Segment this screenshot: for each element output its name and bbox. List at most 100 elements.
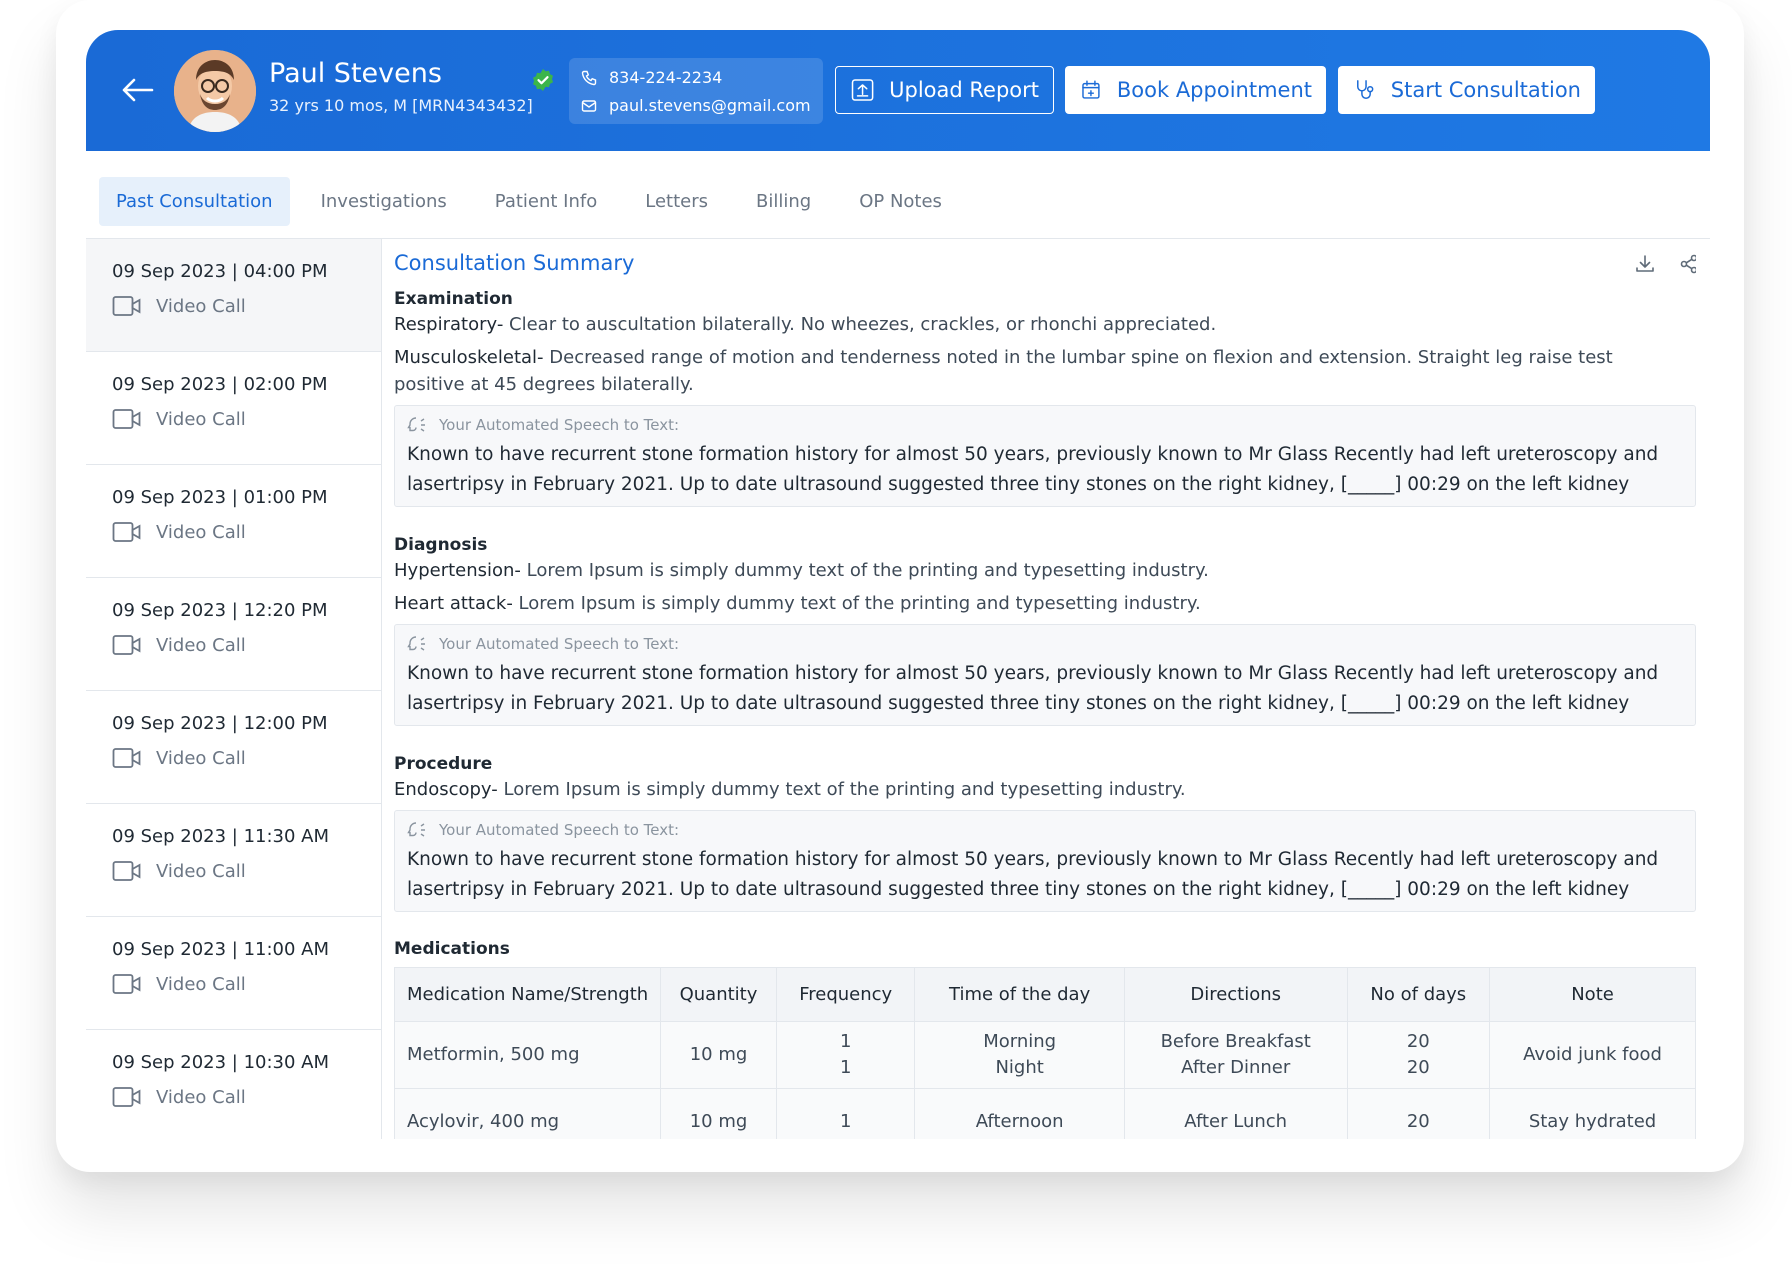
column-header: Quantity — [659, 967, 778, 1022]
calendar-icon — [1082, 80, 1100, 99]
visit-type: Video Call — [112, 1086, 246, 1108]
visit-item[interactable]: 09 Sep 2023 | 11:30 AM Video Call — [86, 804, 381, 917]
visit-type: Video Call — [112, 408, 246, 430]
visit-type-label: Video Call — [156, 860, 246, 882]
table-header-row: Medication Name/Strength Quantity Freque… — [394, 967, 1696, 1022]
visit-date: 09 Sep 2023 | 10:30 AM — [112, 1052, 330, 1073]
column-header: Time of the day — [914, 967, 1125, 1022]
speech-to-text-box: Your Automated Speech to Text: Known to … — [394, 810, 1696, 912]
back-arrow-icon[interactable] — [120, 72, 156, 108]
table-cell: Avoid junk food — [1489, 1021, 1696, 1089]
examination-title: Examination — [394, 289, 513, 309]
speech-label-text: Your Automated Speech to Text: — [439, 821, 680, 839]
start-consultation-button[interactable]: Start Consultation — [1338, 66, 1595, 114]
speech-label: Your Automated Speech to Text: — [407, 416, 679, 434]
visit-item[interactable]: 09 Sep 2023 | 11:00 AM Video Call — [86, 917, 381, 1030]
visit-type-label: Video Call — [156, 747, 246, 769]
speech-text: Known to have recurrent stone formation … — [407, 849, 1659, 900]
table-cell: 20 — [1346, 1088, 1491, 1139]
visit-item[interactable]: 09 Sep 2023 | 04:00 PM Video Call — [86, 239, 381, 352]
visit-type-label: Video Call — [156, 634, 246, 656]
phone-number: 834-224-2234 — [609, 68, 723, 87]
patient-header: Paul Stevens 32 yrs 10 mos, M [MRN434343… — [86, 30, 1710, 151]
diagnosis-item: Hypertension- Lorem Ipsum is simply dumm… — [394, 557, 1684, 584]
table-cell: 20 20 — [1346, 1021, 1491, 1089]
tab-op-notes[interactable]: OP Notes — [842, 177, 959, 226]
speech-to-text-box: Your Automated Speech to Text: Known to … — [394, 624, 1696, 726]
phone-icon — [581, 70, 597, 85]
speech-to-text-box: Your Automated Speech to Text: Known to … — [394, 405, 1696, 507]
tab-bar: Past Consultation Investigations Patient… — [99, 177, 973, 226]
item-text: Clear to auscultation bilaterally. No wh… — [503, 314, 1217, 335]
visit-type-label: Video Call — [156, 1086, 246, 1108]
visit-item[interactable]: 09 Sep 2023 | 01:00 PM Video Call — [86, 465, 381, 578]
speech-icon — [407, 417, 425, 432]
procedure-title: Procedure — [394, 754, 493, 774]
speech-icon — [407, 822, 425, 837]
item-label: Endoscopy- — [394, 779, 498, 800]
medications-table: Medication Name/Strength Quantity Freque… — [394, 967, 1696, 1139]
book-appointment-label: Book Appointment — [1116, 78, 1312, 102]
phone-row[interactable]: 834-224-2234 — [581, 68, 722, 87]
tab-letters[interactable]: Letters — [628, 177, 725, 226]
visit-type-label: Video Call — [156, 521, 246, 543]
email-row[interactable]: paul.stevens@gmail.com — [581, 96, 811, 115]
book-appointment-button[interactable]: Book Appointment — [1065, 66, 1326, 114]
table-cell: Stay hydrated — [1489, 1088, 1696, 1139]
item-text: Decreased range of motion and tenderness… — [394, 347, 1613, 395]
visit-item[interactable]: 09 Sep 2023 | 10:30 AM Video Call — [86, 1030, 381, 1139]
visit-type: Video Call — [112, 747, 246, 769]
tab-billing[interactable]: Billing — [739, 177, 828, 226]
table-cell: Afternoon — [914, 1088, 1125, 1139]
download-icon[interactable] — [1634, 253, 1656, 275]
upload-report-button[interactable]: Upload Report — [835, 66, 1054, 114]
video-call-icon — [112, 1087, 141, 1107]
stethoscope-icon — [1357, 80, 1374, 99]
tab-investigations[interactable]: Investigations — [304, 177, 464, 226]
column-header: Frequency — [776, 967, 916, 1022]
video-call-icon — [112, 861, 141, 881]
video-call-icon — [112, 409, 141, 429]
mail-icon — [581, 99, 597, 112]
tab-past-consultation[interactable]: Past Consultation — [99, 177, 290, 226]
item-label: Musculoskeletal- — [394, 347, 544, 368]
visit-date: 09 Sep 2023 | 12:20 PM — [112, 600, 328, 621]
visit-item[interactable]: 09 Sep 2023 | 12:20 PM Video Call — [86, 578, 381, 691]
contact-box: 834-224-2234 paul.stevens@gmail.com — [569, 58, 823, 124]
consultation-summary: Consultation Summary Examination Respira… — [394, 239, 1696, 1139]
visit-type: Video Call — [112, 973, 246, 995]
table-cell: Before Breakfast After Dinner — [1123, 1021, 1348, 1089]
speech-text: Known to have recurrent stone formation … — [407, 444, 1659, 495]
visit-item[interactable]: 09 Sep 2023 | 02:00 PM Video Call — [86, 352, 381, 465]
examination-item: Respiratory- Clear to auscultation bilat… — [394, 311, 1684, 338]
visit-date: 09 Sep 2023 | 02:00 PM — [112, 374, 328, 395]
visit-date: 09 Sep 2023 | 01:00 PM — [112, 487, 328, 508]
video-call-icon — [112, 748, 141, 768]
visit-date: 09 Sep 2023 | 11:00 AM — [112, 939, 330, 960]
speech-icon — [407, 636, 425, 651]
speech-label: Your Automated Speech to Text: — [407, 821, 679, 839]
visit-date: 09 Sep 2023 | 12:00 PM — [112, 713, 328, 734]
email-address: paul.stevens@gmail.com — [609, 96, 811, 115]
table-cell: 10 mg — [659, 1021, 778, 1089]
patient-name: Paul Stevens — [269, 58, 442, 89]
upload-report-label: Upload Report — [889, 78, 1039, 102]
app-card: Paul Stevens 32 yrs 10 mos, M [MRN434343… — [56, 0, 1744, 1172]
column-header: Medication Name/Strength — [394, 967, 661, 1022]
share-icon[interactable] — [1678, 253, 1696, 275]
speech-text: Known to have recurrent stone formation … — [407, 663, 1659, 714]
upload-icon — [851, 79, 874, 101]
tab-patient-info[interactable]: Patient Info — [478, 177, 614, 226]
video-call-icon — [112, 296, 141, 316]
examination-item: Musculoskeletal- Decreased range of moti… — [394, 344, 1684, 398]
visit-item[interactable]: 09 Sep 2023 | 12:00 PM Video Call — [86, 691, 381, 804]
speech-label-text: Your Automated Speech to Text: — [439, 635, 680, 653]
item-text: Lorem Ipsum is simply dummy text of the … — [512, 593, 1201, 614]
table-cell: After Lunch — [1123, 1088, 1348, 1139]
visit-date: 09 Sep 2023 | 11:30 AM — [112, 826, 330, 847]
diagnosis-title: Diagnosis — [394, 535, 488, 555]
visit-type: Video Call — [112, 634, 246, 656]
visit-list: 09 Sep 2023 | 04:00 PM Video Call 09 Sep… — [86, 239, 382, 1139]
speech-label-text: Your Automated Speech to Text: — [439, 416, 680, 434]
table-cell: 1 — [776, 1088, 916, 1139]
